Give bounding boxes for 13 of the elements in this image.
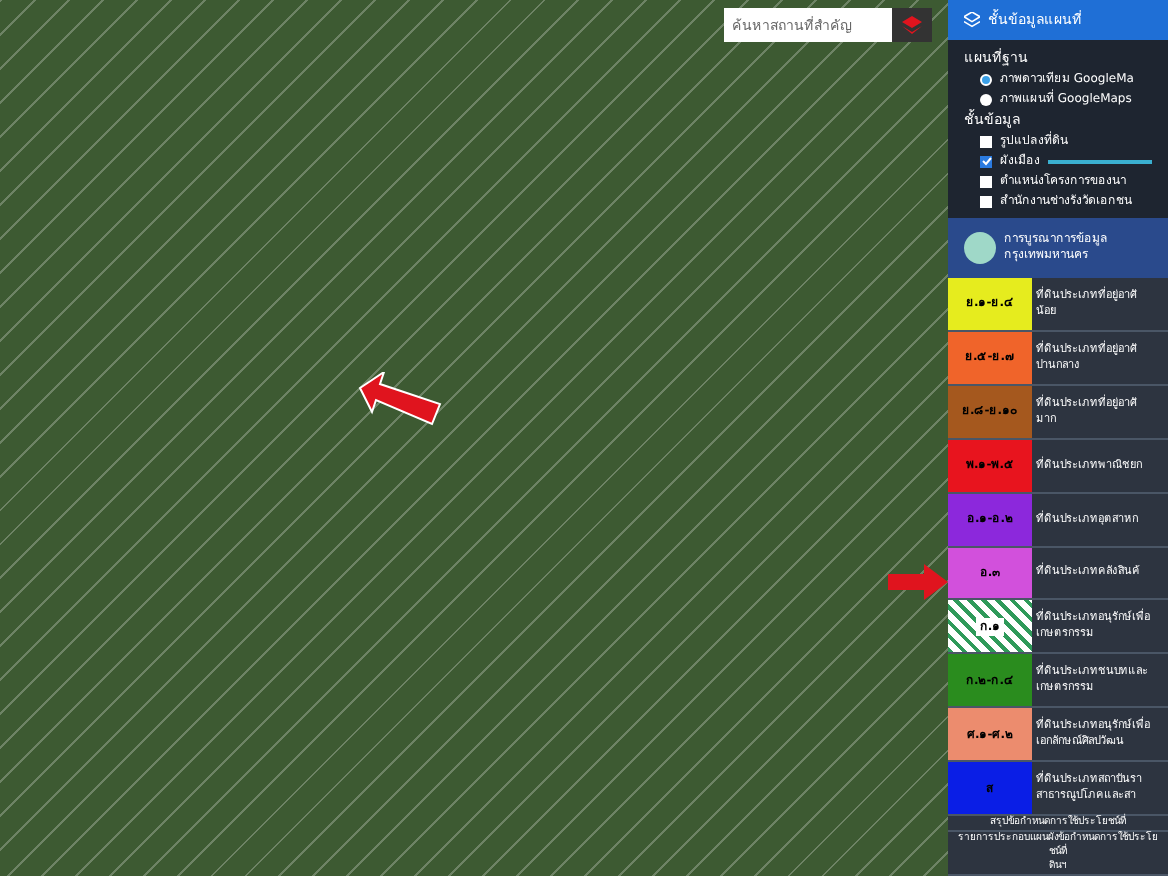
checkbox[interactable] — [980, 195, 992, 207]
layers-button[interactable] — [892, 8, 932, 42]
check-icon — [981, 156, 991, 166]
layers-icon — [902, 16, 922, 34]
radio-button[interactable] — [980, 93, 992, 105]
checkbox[interactable] — [980, 135, 992, 147]
layers-icon — [964, 12, 980, 28]
arrow-icon — [356, 372, 444, 428]
radio-button[interactable] — [980, 73, 992, 85]
emblem-icon — [964, 232, 996, 264]
checkbox[interactable] — [980, 155, 992, 167]
arrow-icon — [888, 564, 948, 600]
checkbox[interactable] — [980, 175, 992, 187]
